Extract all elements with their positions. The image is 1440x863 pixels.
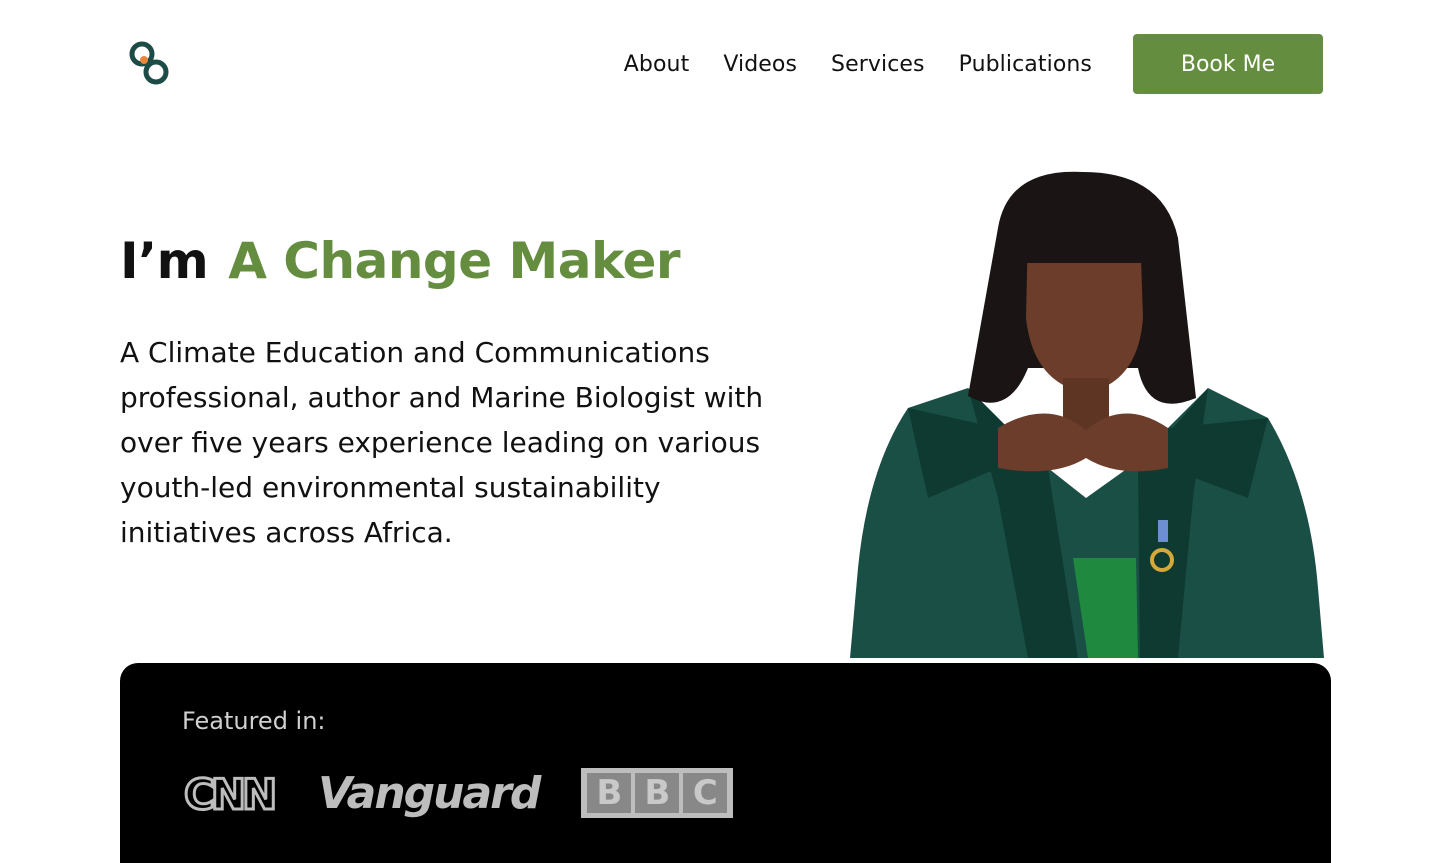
brand-logo-icon[interactable] (126, 38, 176, 90)
headline-prefix: I’m (120, 232, 209, 290)
hero-headline: I’m A Change Maker (120, 232, 681, 290)
portrait-image (850, 171, 1324, 658)
bbc-logo[interactable]: B B C (581, 768, 734, 818)
main-nav: About Videos Services Publications Book … (624, 34, 1323, 94)
nav-services[interactable]: Services (831, 52, 925, 77)
featured-logos: CNN Vanguard B B C (182, 763, 734, 823)
nav-publications[interactable]: Publications (959, 52, 1092, 77)
cnn-logo[interactable]: CNN (182, 767, 279, 820)
featured-label: Featured in: (182, 707, 326, 735)
bbc-letter: C (683, 773, 728, 813)
nav-about[interactable]: About (624, 52, 690, 77)
vanguard-logo[interactable]: Vanguard (318, 768, 541, 819)
bbc-letter: B (635, 773, 680, 813)
book-me-button[interactable]: Book Me (1133, 34, 1323, 94)
hero-description: A Climate Education and Communications p… (120, 336, 764, 549)
bbc-letter: B (587, 773, 632, 813)
featured-banner: Featured in: CNN Vanguard B B C (120, 663, 1331, 863)
nav-videos[interactable]: Videos (723, 52, 797, 77)
svg-text:CNN: CNN (184, 770, 274, 819)
headline-accent: A Change Maker (228, 232, 681, 290)
